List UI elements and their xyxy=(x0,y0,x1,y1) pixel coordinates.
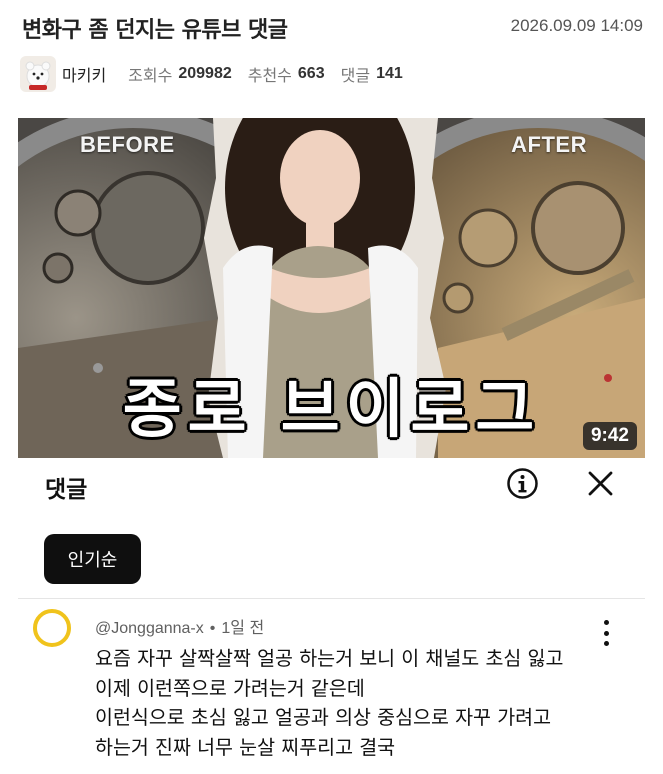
author-name[interactable]: 마키키 xyxy=(62,62,106,86)
video-thumbnail[interactable]: BEFORE AFTER 종로 브이로그 9:42 xyxy=(18,118,645,458)
comment-line: 요즘 자꾸 살짝살짝 얼공 하는거 보니 이 채널도 초심 잃고 xyxy=(95,647,564,670)
views-count: 209982 xyxy=(178,65,232,82)
comment-time: 1일 전 xyxy=(221,620,265,637)
comment-line: 하는거 진짜 너무 눈살 찌푸리고 결국 xyxy=(95,735,396,759)
comment-text: 요즘 자꾸 살짝살짝 얼공 하는거 보니 이 채널도 초심 잃고 이제 이런쪽으… xyxy=(95,644,635,762)
before-label: BEFORE xyxy=(80,132,175,157)
comment-username[interactable]: @Jongganna-x xyxy=(95,620,204,637)
post-title: 변화구 좀 던지는 유튜브 댓글 xyxy=(22,18,288,43)
comments-count: 141 xyxy=(376,65,403,82)
comment-header: @Jongganna-x • 1일 전 xyxy=(95,614,264,638)
post-date: 2026.09.09 14:09 xyxy=(510,16,643,35)
post-meta: 마키키 조회수 209982 추천수 663 댓글 141 xyxy=(20,56,419,92)
comment-line: 이제 이런쪽으로 가려는거 같은데 xyxy=(95,676,365,700)
likes-count: 663 xyxy=(297,65,325,82)
video-duration-badge: 9:42 xyxy=(582,422,637,450)
comments-title: 댓글 xyxy=(45,477,88,503)
dog-avatar-icon xyxy=(25,61,51,90)
info-circle-icon xyxy=(507,468,538,499)
author-avatar[interactable] xyxy=(20,56,56,92)
sort-chip-popular[interactable]: 인기순 xyxy=(44,534,141,584)
info-button[interactable] xyxy=(506,467,539,500)
close-icon xyxy=(588,471,613,496)
divider xyxy=(18,598,645,599)
commenter-avatar[interactable] xyxy=(33,609,71,647)
views-label: 조회수 xyxy=(128,66,173,85)
comment-line: 이런식으로 초심 잃고 얼공과 의상 중심으로 자꾸 가려고 xyxy=(95,706,552,729)
close-button[interactable] xyxy=(584,467,617,500)
video-caption: 종로 브이로그 xyxy=(122,373,541,447)
more-options-icon[interactable] xyxy=(596,620,616,646)
likes-label: 추천수 xyxy=(247,66,292,85)
comment-separator: • xyxy=(209,620,216,637)
comments-label: 댓글 xyxy=(340,66,371,85)
after-label: AFTER xyxy=(511,132,587,157)
